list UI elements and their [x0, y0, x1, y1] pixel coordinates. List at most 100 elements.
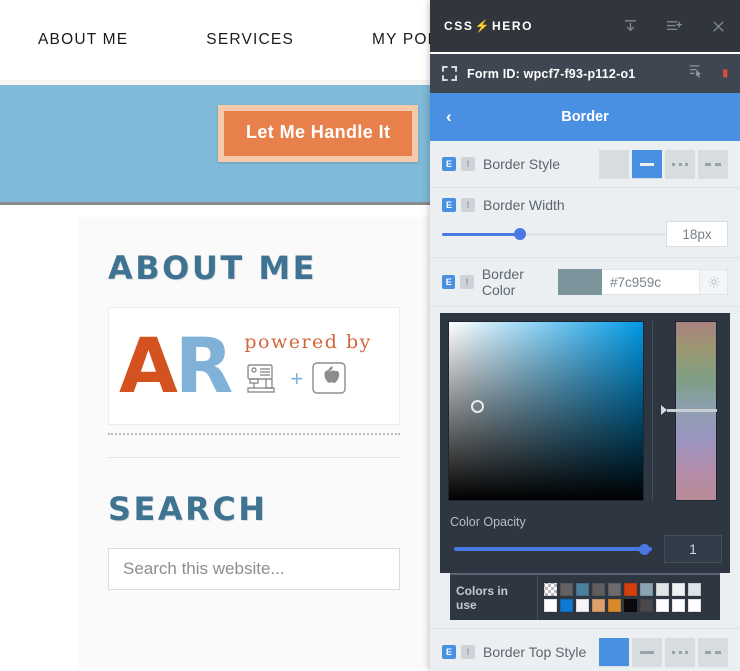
color-swatch[interactable] — [672, 599, 685, 612]
color-swatch[interactable] — [576, 599, 589, 612]
border-color-input-group: #7c959c — [558, 269, 728, 295]
border-style-row: E ! Border Style — [430, 141, 740, 188]
border-width-value[interactable]: 18px — [666, 221, 728, 247]
selector-bar: Form ID: wpcf7-f93-p112-o1 ▮ — [430, 52, 740, 93]
color-swatch[interactable] — [656, 583, 669, 596]
hue-slider-knob[interactable] — [661, 405, 717, 415]
inherit-badge-icon: ! — [461, 157, 475, 171]
border-color-hex-value[interactable]: #7c959c — [602, 269, 700, 295]
unsaved-indicator-icon: ▮ — [722, 68, 728, 79]
colors-in-use-swatches — [538, 575, 720, 620]
colors-in-use-label: Colors in use — [450, 575, 538, 620]
website-preview: ABOUT ME SERVICES MY PORTFOLIO Let Me Ha… — [0, 0, 430, 671]
selector-label: Form ID: wpcf7-f93-p112-o1 — [467, 66, 636, 81]
hero-banner: Let Me Handle It — [0, 85, 430, 205]
about-me-logo: AR powered by + — [108, 307, 400, 425]
border-top-style-dashed-button[interactable] — [698, 638, 728, 666]
inherit-badge-icon: ! — [461, 645, 475, 659]
border-style-dotted-button[interactable] — [665, 150, 695, 178]
border-width-slider-row: 18px — [430, 215, 740, 258]
border-top-style-none-button[interactable] — [599, 638, 629, 666]
color-opacity-label: Color Opacity — [450, 515, 526, 529]
border-top-style-label-group: E ! Border Top Style — [442, 644, 586, 660]
nav-link-services[interactable]: SERVICES — [206, 31, 294, 49]
border-style-solid-button[interactable] — [632, 150, 662, 178]
border-top-style-solid-button[interactable] — [632, 638, 662, 666]
logo-tagline-group: powered by + — [244, 331, 372, 402]
nav-link-about-me[interactable]: ABOUT ME — [38, 31, 128, 49]
color-swatch[interactable] — [624, 599, 637, 612]
border-color-swatch[interactable] — [558, 269, 602, 295]
sewing-machine-icon — [244, 357, 284, 402]
site-navigation: ABOUT ME SERVICES MY PORTFOLIO — [0, 0, 430, 80]
color-swatch[interactable] — [688, 599, 701, 612]
border-style-label-group: E ! Border Style — [442, 156, 560, 172]
border-top-style-dotted-button[interactable] — [665, 638, 695, 666]
border-style-none-button[interactable] — [599, 150, 629, 178]
let-me-handle-it-button[interactable]: Let Me Handle It — [218, 105, 419, 162]
css-hero-logo: CSS⚡HERO — [444, 19, 533, 33]
selection-box-icon — [442, 66, 457, 81]
logo-text: AR — [119, 328, 233, 404]
border-color-row: E ! Border Color #7c959c — [430, 258, 740, 307]
color-swatch[interactable] — [560, 583, 573, 596]
sv-cursor-icon[interactable] — [471, 400, 484, 413]
css-hero-panel: CSS⚡HERO Form ID: wpcf7-f93-p112-o1 ▮ ‹ … — [430, 0, 740, 671]
logo-letter-r: R — [174, 321, 234, 410]
color-swatch[interactable] — [544, 599, 557, 612]
color-picker — [440, 313, 730, 509]
back-chevron-icon[interactable]: ‹ — [446, 107, 452, 127]
search-input[interactable] — [108, 548, 400, 590]
hue-slider-column — [661, 321, 717, 501]
bolt-icon: ⚡ — [474, 19, 492, 33]
nav-link-my-portfolio[interactable]: MY PORTFOLIO — [372, 31, 430, 49]
apple-logo-icon — [309, 357, 349, 402]
toolbar-icons — [623, 19, 726, 34]
pick-element-icon[interactable] — [689, 64, 702, 83]
color-swatch[interactable] — [560, 599, 573, 612]
color-swatch[interactable] — [544, 583, 557, 596]
color-swatch[interactable] — [592, 583, 605, 596]
editable-badge-icon: E — [442, 157, 456, 171]
border-top-style-label: Border Top Style — [483, 644, 587, 660]
screenshot-root: ABOUT ME SERVICES MY PORTFOLIO Let Me Ha… — [0, 0, 740, 671]
color-swatch[interactable] — [608, 583, 621, 596]
saturation-value-area[interactable] — [448, 321, 644, 501]
border-width-label-group: E ! Border Width — [442, 197, 565, 213]
search-heading: SEARCH — [108, 490, 268, 528]
color-swatch[interactable] — [624, 583, 637, 596]
color-swatch[interactable] — [640, 599, 653, 612]
logo-icon-row: + — [244, 357, 372, 402]
border-top-style-row: E ! Border Top Style — [430, 628, 740, 671]
color-swatch[interactable] — [656, 599, 669, 612]
dotted-divider — [108, 433, 400, 435]
color-settings-gear-icon[interactable] — [700, 269, 728, 295]
color-opacity-knob[interactable] — [639, 543, 650, 555]
border-width-label: Border Width — [483, 197, 565, 213]
border-style-label: Border Style — [483, 156, 561, 172]
color-swatch[interactable] — [640, 583, 653, 596]
add-rule-icon[interactable] — [666, 19, 683, 34]
color-swatch[interactable] — [688, 583, 701, 596]
logo-letter-a: A — [119, 321, 178, 410]
powered-by-text: powered by — [244, 330, 372, 353]
color-swatch[interactable] — [608, 599, 621, 612]
inherit-badge-icon: ! — [461, 198, 475, 212]
border-top-style-options — [599, 638, 728, 666]
border-width-slider-knob[interactable] — [514, 228, 527, 240]
color-swatch[interactable] — [576, 583, 589, 596]
editable-badge-icon: E — [442, 198, 456, 212]
border-style-options — [599, 150, 728, 178]
color-opacity-slider[interactable] — [448, 536, 658, 562]
border-style-dashed-button[interactable] — [698, 150, 728, 178]
save-icon[interactable] — [623, 19, 638, 34]
border-width-slider[interactable] — [442, 221, 666, 247]
color-opacity-value[interactable]: 1 — [664, 535, 722, 563]
close-icon[interactable] — [711, 19, 726, 34]
color-swatch[interactable] — [592, 599, 605, 612]
color-swatch[interactable] — [672, 583, 685, 596]
brand-hero: HERO — [492, 19, 534, 33]
panel-toolbar: CSS⚡HERO — [430, 0, 740, 52]
color-opacity-row: 1 — [448, 535, 722, 563]
plus-icon: + — [290, 366, 304, 391]
